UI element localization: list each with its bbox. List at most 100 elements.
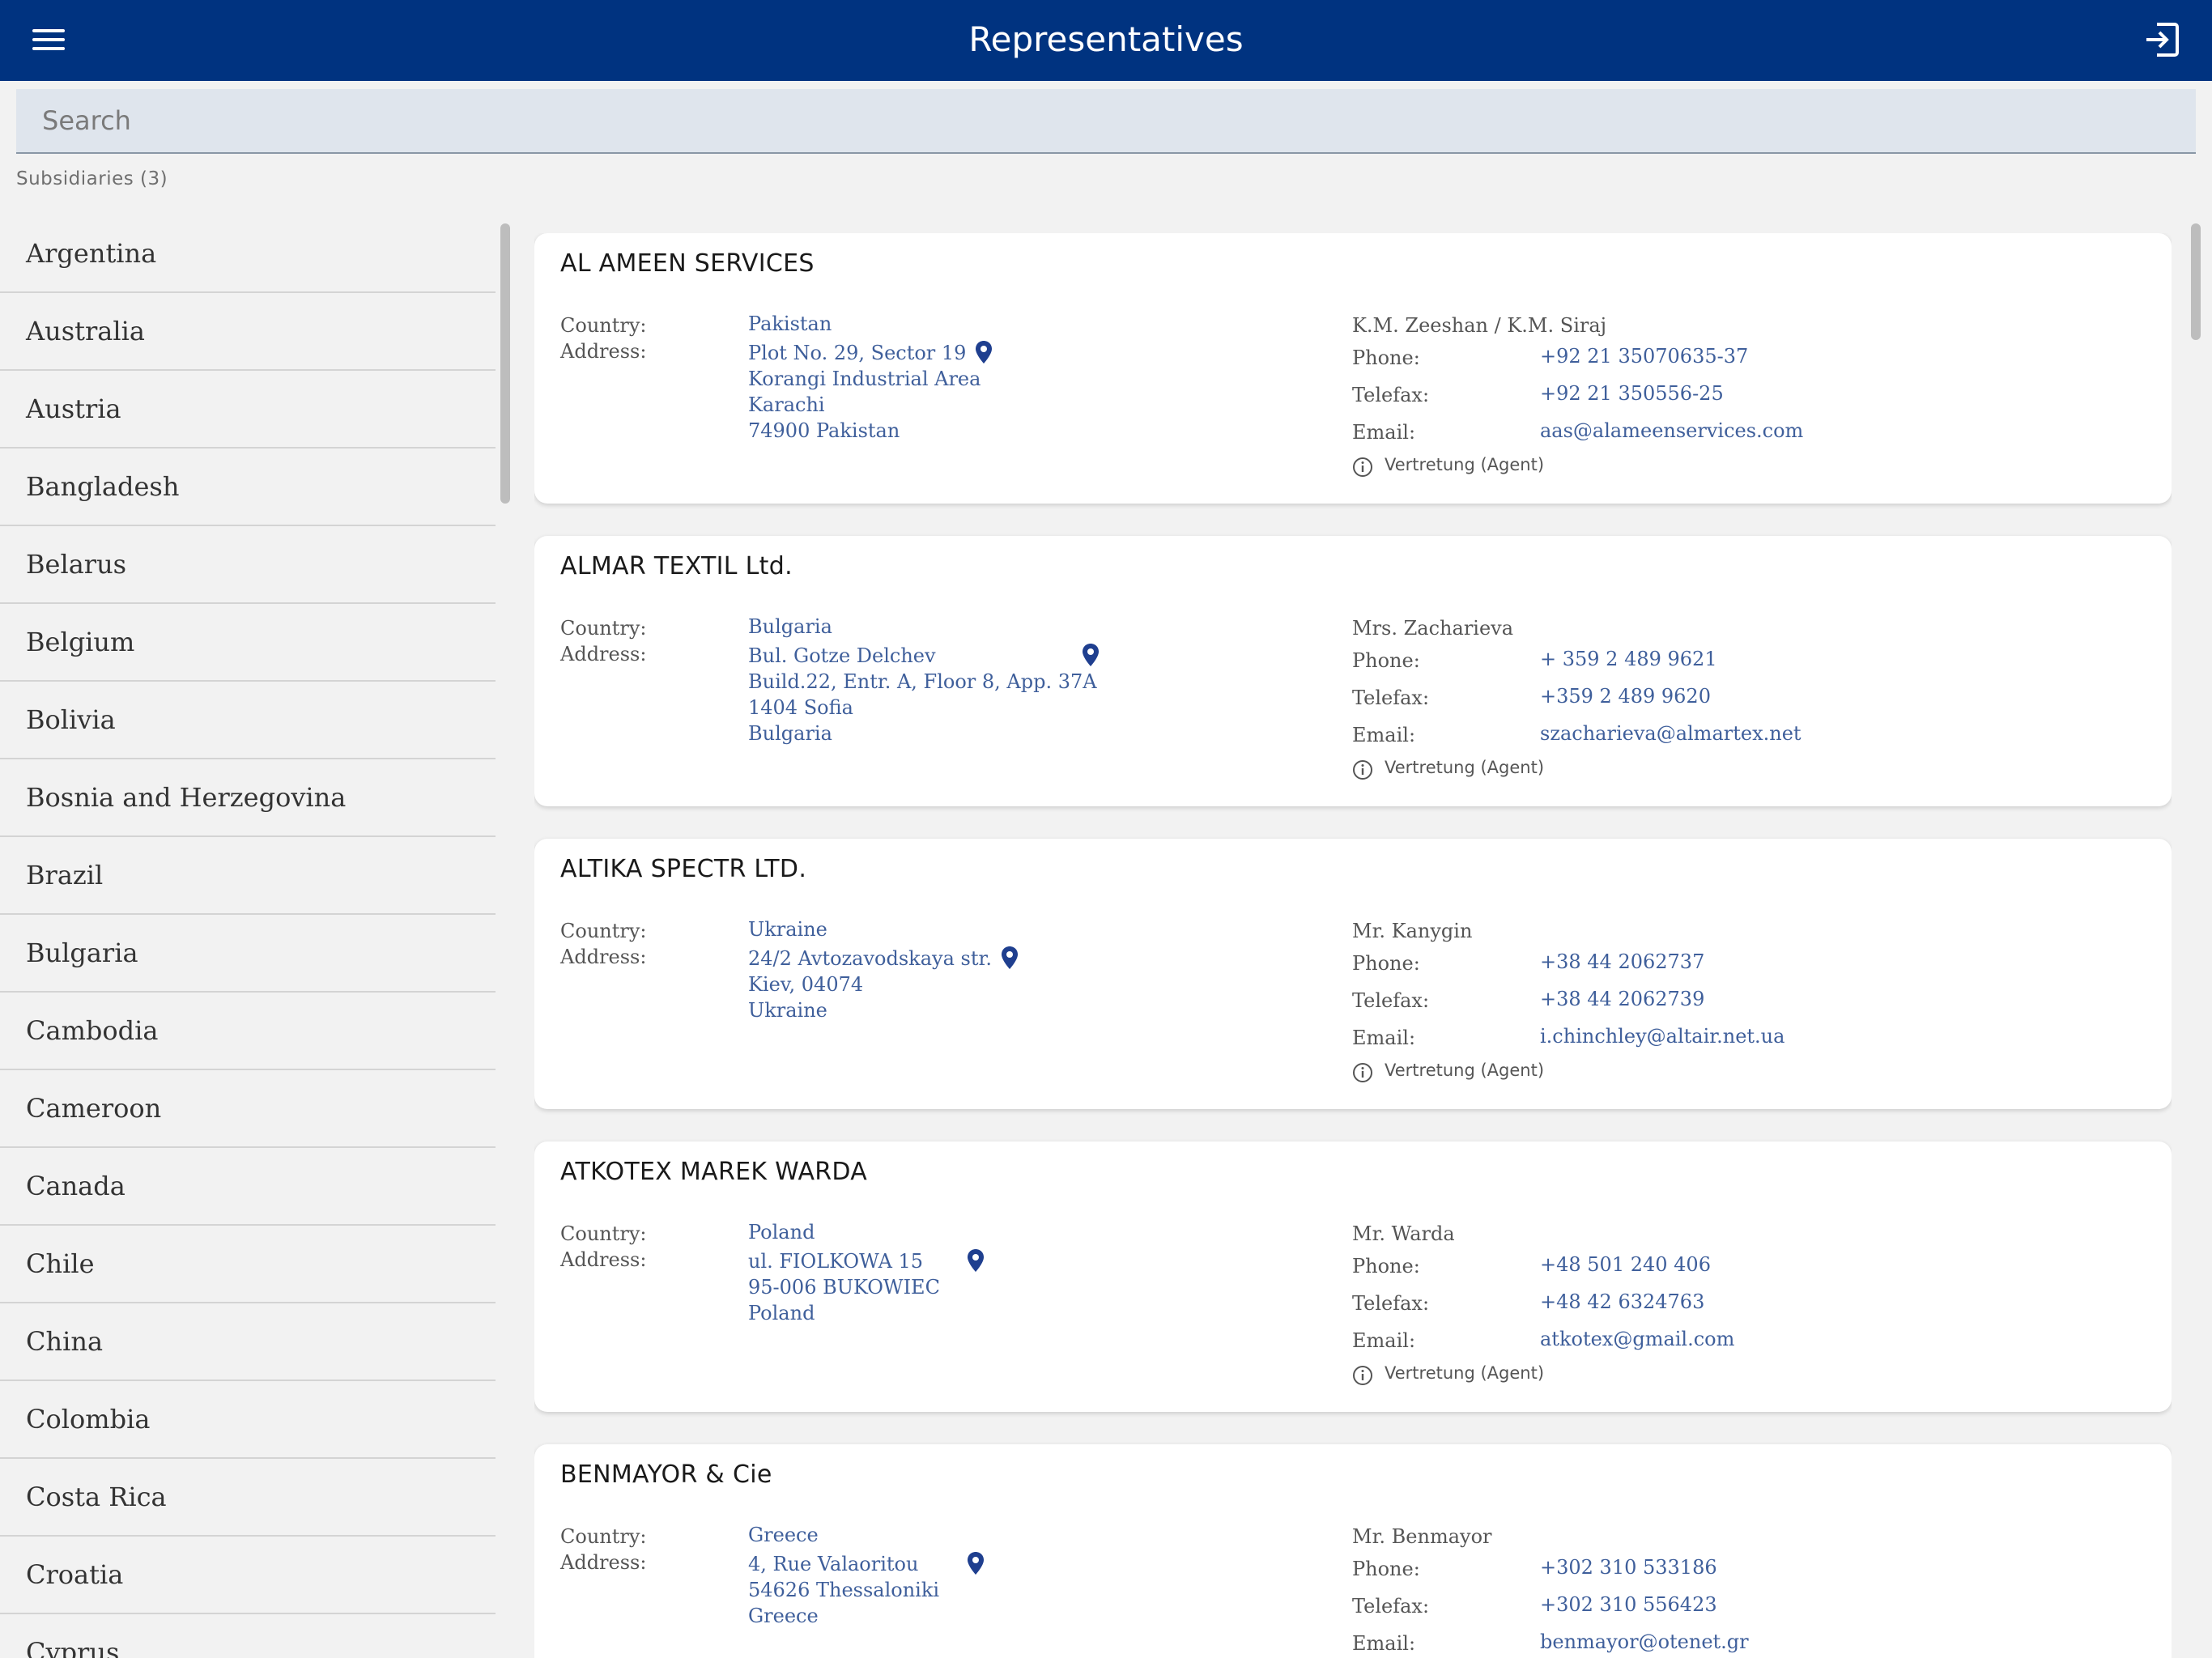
address-line[interactable]: Karachi [748, 392, 981, 418]
telefax-label: Telefax: [1352, 1595, 1430, 1618]
country-value: Greece [748, 1524, 819, 1546]
telefax-link[interactable]: +302 310 556423 [1540, 1592, 1717, 1618]
representative-card: AL AMEEN SERVICES Country: Pakistan Addr… [534, 233, 2172, 504]
info-icon [1353, 760, 1372, 780]
country-value: Ukraine [748, 918, 827, 941]
page-title: Representatives [968, 19, 1244, 59]
address-line[interactable]: 1404 Sofia [748, 695, 1097, 721]
representative-name: ALMAR TEXTIL Ltd. [560, 552, 793, 580]
address-block[interactable]: ul. FIOLKOWA 15 95-006 BUKOWIEC Poland [748, 1248, 940, 1326]
representative-type-label: Vertretung (Agent) [1385, 1363, 1545, 1383]
subsidiaries-count[interactable]: Subsidiaries (3) [16, 168, 168, 189]
telefax-link[interactable]: +48 42 6324763 [1540, 1289, 1704, 1315]
country-item[interactable]: Bangladesh [0, 449, 496, 526]
info-icon [1353, 1366, 1372, 1385]
address-line[interactable]: Build.22, Entr. A, Floor 8, App. 37A [748, 669, 1097, 695]
phone-link[interactable]: + 359 2 489 9621 [1540, 646, 1717, 672]
address-line[interactable]: 95-006 BUKOWIEC [748, 1274, 940, 1300]
search-input[interactable] [16, 89, 2196, 152]
representatives-scroll-thumb[interactable] [2191, 223, 2201, 340]
phone-label: Phone: [1352, 1255, 1420, 1278]
address-line[interactable]: 4, Rue Valaoritou [748, 1551, 939, 1577]
map-pin-icon[interactable] [967, 1248, 985, 1273]
representative-type-label: Vertretung (Agent) [1385, 455, 1545, 474]
country-item[interactable]: Belarus [0, 526, 496, 604]
address-line[interactable]: Poland [748, 1300, 940, 1326]
country-item[interactable]: Brazil [0, 837, 496, 915]
email-link[interactable]: atkotex@gmail.com [1540, 1326, 1734, 1352]
country-item[interactable]: Canada [0, 1148, 496, 1226]
info-icon [1353, 457, 1372, 477]
phone-link[interactable]: +302 310 533186 [1540, 1554, 1717, 1580]
country-item[interactable]: Cyprus [0, 1614, 496, 1658]
country-list: Argentina Australia Austria Bangladesh Belar… [0, 215, 496, 1658]
country-list-scroll-thumb[interactable] [500, 223, 510, 504]
address-line[interactable]: Korangi Industrial Area [748, 366, 981, 392]
phone-link[interactable]: +48 501 240 406 [1540, 1252, 1711, 1278]
phone-label: Phone: [1352, 1558, 1420, 1580]
country-item[interactable]: Argentina [0, 215, 496, 293]
country-item[interactable]: Croatia [0, 1537, 496, 1614]
address-block[interactable]: 4, Rue Valaoritou 54626 Thessaloniki Greec… [748, 1551, 939, 1629]
telefax-link[interactable]: +359 2 489 9620 [1540, 683, 1711, 709]
telefax-link[interactable]: +92 21 350556-25 [1540, 380, 1724, 406]
country-item[interactable]: Colombia [0, 1381, 496, 1459]
address-line[interactable]: 24/2 Avtozavodskaya str. [748, 946, 992, 971]
country-item[interactable]: Belgium [0, 604, 496, 682]
address-line[interactable]: Greece [748, 1603, 939, 1629]
address-line[interactable]: Bul. Gotze Delchev [748, 643, 1097, 669]
map-pin-icon[interactable] [1082, 643, 1100, 667]
country-item[interactable]: Cambodia [0, 993, 496, 1070]
telefax-link[interactable]: +38 44 2062739 [1540, 986, 1704, 1012]
country-item[interactable]: Bosnia and Herzegovina [0, 759, 496, 837]
telefax-label: Telefax: [1352, 384, 1430, 406]
email-link[interactable]: i.chinchley@altair.net.ua [1540, 1023, 1784, 1049]
phone-link[interactable]: +92 21 35070635-37 [1540, 343, 1748, 369]
representative-type-label: Vertretung (Agent) [1385, 758, 1545, 777]
address-line[interactable]: 54626 Thessaloniki [748, 1577, 939, 1603]
country-label: Country: [560, 1525, 647, 1548]
address-block[interactable]: Bul. Gotze Delchev Build.22, Entr. A, Flo… [748, 643, 1097, 746]
phone-label: Phone: [1352, 346, 1420, 369]
country-label: Country: [560, 920, 647, 942]
address-block[interactable]: 24/2 Avtozavodskaya str. Kiev, 04074 Ukrai… [748, 946, 992, 1023]
address-line[interactable]: 74900 Pakistan [748, 418, 981, 444]
address-line[interactable]: Kiev, 04074 [748, 971, 992, 997]
representative-name: ATKOTEX MAREK WARDA [560, 1158, 868, 1186]
address-label: Address: [560, 1248, 647, 1271]
address-block[interactable]: Plot No. 29, Sector 19 Korangi Industrial… [748, 340, 981, 444]
logout-icon[interactable] [2144, 21, 2180, 58]
representative-name: BENMAYOR & Cie [560, 1460, 772, 1489]
email-link[interactable]: szacharieva@almartex.net [1540, 721, 1802, 746]
contact-person: Mr. Benmayor [1352, 1525, 1492, 1548]
country-item[interactable]: Austria [0, 371, 496, 449]
country-item[interactable]: Costa Rica [0, 1459, 496, 1537]
representatives-list: AL AMEEN SERVICES Country: Pakistan Addr… [534, 233, 2172, 1658]
address-label: Address: [560, 340, 647, 363]
email-link[interactable]: benmayor@otenet.gr [1540, 1629, 1749, 1655]
map-pin-icon[interactable] [1001, 946, 1019, 970]
map-pin-icon[interactable] [967, 1551, 985, 1575]
address-line[interactable]: ul. FIOLKOWA 15 [748, 1248, 940, 1274]
country-label: Country: [560, 1222, 647, 1245]
address-line[interactable]: Bulgaria [748, 721, 1097, 746]
country-item[interactable]: Cameroon [0, 1070, 496, 1148]
address-line[interactable]: Ukraine [748, 997, 992, 1023]
phone-label: Phone: [1352, 952, 1420, 975]
map-pin-icon[interactable] [975, 340, 993, 364]
country-value: Pakistan [748, 312, 832, 335]
country-item[interactable]: Australia [0, 293, 496, 371]
representative-card: BENMAYOR & Cie Country: Greece Address: … [534, 1444, 2172, 1658]
country-item[interactable]: Bolivia [0, 682, 496, 759]
email-link[interactable]: aas@alameenservices.com [1540, 418, 1803, 444]
country-item[interactable]: Chile [0, 1226, 496, 1303]
email-label: Email: [1352, 1632, 1416, 1655]
country-item[interactable]: Bulgaria [0, 915, 496, 993]
country-item[interactable]: China [0, 1303, 496, 1381]
telefax-label: Telefax: [1352, 687, 1430, 709]
contact-person: Mr. Warda [1352, 1222, 1455, 1245]
country-label: Country: [560, 617, 647, 640]
address-line[interactable]: Plot No. 29, Sector 19 [748, 340, 981, 366]
contact-person: K.M. Zeeshan / K.M. Siraj [1352, 314, 1607, 337]
phone-link[interactable]: +38 44 2062737 [1540, 949, 1704, 975]
